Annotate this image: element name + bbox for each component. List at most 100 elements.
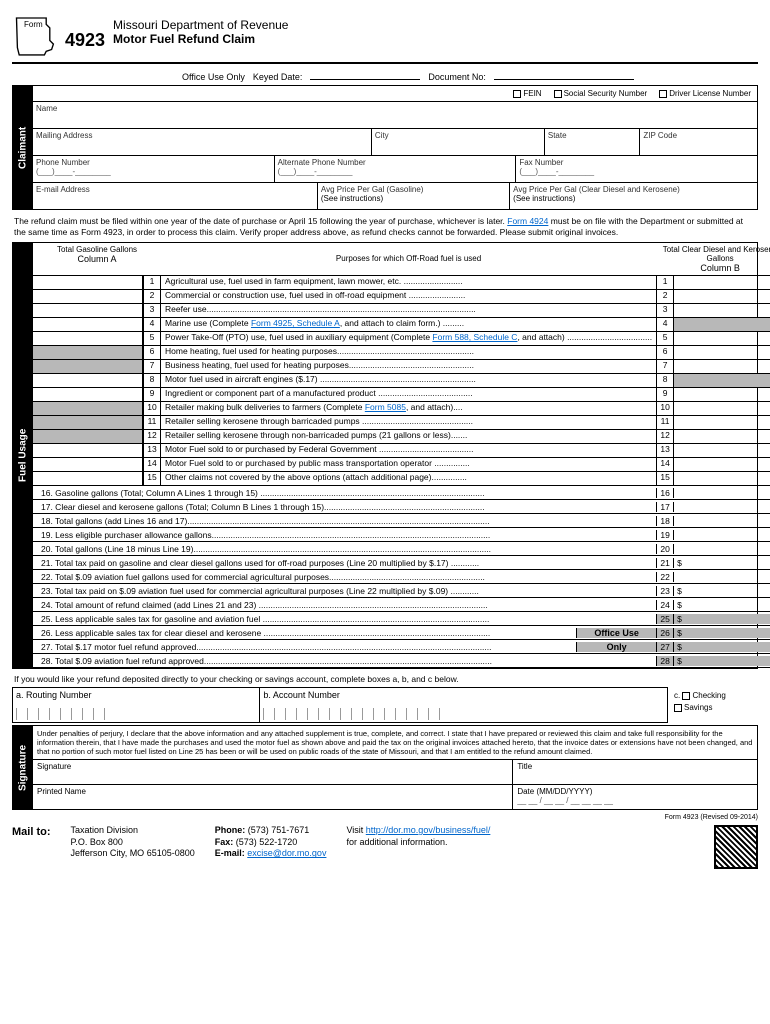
row-num-b: 9: [656, 388, 674, 401]
col-a-value: [33, 402, 143, 415]
col-b-value[interactable]: [674, 332, 770, 345]
col-b-value[interactable]: [674, 388, 770, 401]
col-b-value[interactable]: [674, 402, 770, 415]
sum-value[interactable]: $: [674, 642, 770, 652]
summary-row: 27. Total $.17 motor fuel refund approve…: [33, 640, 770, 654]
fuel-header: Total Gasoline GallonsColumn A Purposes …: [33, 243, 770, 276]
email-field[interactable]: E-mail Address: [33, 183, 318, 209]
checking-checkbox[interactable]: [682, 692, 690, 700]
col-b-value[interactable]: [674, 430, 770, 443]
row-num-b: 2: [656, 290, 674, 303]
signature-field[interactable]: Signature: [33, 760, 513, 784]
declaration-text: Under penalties of perjury, I declare th…: [33, 726, 757, 760]
visit-info: Visit http://dor.mo.gov/business/fuel/ f…: [346, 825, 490, 848]
sum-num: 23: [656, 586, 674, 596]
website-link[interactable]: http://dor.mo.gov/business/fuel/: [366, 825, 491, 835]
col-a-value[interactable]: [33, 318, 143, 331]
purpose-text: Home heating, fuel used for heating purp…: [161, 346, 656, 359]
sum-num: 22: [656, 572, 674, 582]
department-name: Missouri Department of Revenue: [113, 18, 288, 32]
form-header: Form 4923 Missouri Department of Revenue…: [12, 12, 758, 60]
row-num-a: 1: [143, 276, 161, 289]
sum-value[interactable]: $: [674, 656, 770, 666]
row-num-a: 12: [143, 430, 161, 443]
row-num-b: 14: [656, 458, 674, 471]
signature-tab: Signature: [13, 726, 33, 809]
col-a-value[interactable]: [33, 444, 143, 457]
purpose-row: 15 Other claims not covered by the above…: [33, 472, 770, 486]
alt-phone-field[interactable]: Alternate Phone Number(___)____-________: [275, 156, 517, 182]
row-num-b: 1: [656, 276, 674, 289]
sum-num: 28: [656, 656, 674, 666]
phone-field[interactable]: Phone Number(___)____-________: [33, 156, 275, 182]
row-num-a: 15: [143, 472, 161, 485]
col-b-value[interactable]: [674, 276, 770, 289]
col-b-value[interactable]: [674, 472, 770, 485]
office-use-label: Office Use Only: [182, 72, 245, 82]
col-b-value[interactable]: [674, 346, 770, 359]
col-a-value[interactable]: [33, 304, 143, 317]
fein-label: FEIN: [523, 89, 541, 98]
col-b-value[interactable]: [674, 458, 770, 471]
dln-checkbox[interactable]: [659, 90, 667, 98]
state-field[interactable]: State: [545, 129, 641, 155]
purpose-row: 5 Power Take-Off (PTO) use, fuel used in…: [33, 332, 770, 346]
sum-value[interactable]: $: [674, 614, 770, 624]
col-b-value: [674, 318, 770, 331]
purpose-text: Business heating, fuel used for heating …: [161, 360, 656, 373]
col-a-value[interactable]: [33, 388, 143, 401]
row-num-a: 3: [143, 304, 161, 317]
col-a-value[interactable]: [33, 290, 143, 303]
deposit-row: a. Routing Number b. Account Number c. C…: [12, 687, 758, 723]
title-field[interactable]: Title: [513, 760, 757, 784]
sum-value[interactable]: $: [674, 600, 770, 610]
col-a-value[interactable]: [33, 374, 143, 387]
summary-row: 16. Gasoline gallons (Total; Column A Li…: [33, 486, 770, 500]
col-a-value[interactable]: [33, 332, 143, 345]
sum-num: 20: [656, 544, 674, 554]
sum-num: 25: [656, 614, 674, 624]
col-a-value[interactable]: [33, 472, 143, 485]
avg-diesel-field[interactable]: Avg Price Per Gal (Clear Diesel and Kero…: [510, 183, 757, 209]
office-use-row: Office Use Only Keyed Date: Document No:: [12, 66, 758, 85]
office-use-only-label: Office Use: [576, 628, 656, 638]
document-no-field[interactable]: [494, 69, 634, 80]
routing-number-field[interactable]: a. Routing Number: [12, 687, 260, 723]
purpose-text: Reefer use..............................…: [161, 304, 656, 317]
email-link[interactable]: excise@dor.mo.gov: [247, 848, 326, 858]
sum-value[interactable]: $: [674, 628, 770, 638]
col-a-value[interactable]: [33, 276, 143, 289]
city-field[interactable]: City: [372, 129, 545, 155]
name-field[interactable]: Name: [33, 102, 757, 128]
summary-row: 22. Total $.09 aviation fuel gallons use…: [33, 570, 770, 584]
col-b-value[interactable]: [674, 304, 770, 317]
keyed-date-field[interactable]: [310, 69, 420, 80]
form-4924-link[interactable]: Form 4924: [507, 216, 548, 226]
printed-name-field[interactable]: Printed Name: [33, 785, 513, 809]
summary-row: 28. Total $.09 aviation fuel refund appr…: [33, 654, 770, 668]
form-number: 4923: [65, 30, 105, 51]
qr-code-icon: [714, 825, 758, 869]
col-a-value[interactable]: [33, 458, 143, 471]
savings-checkbox[interactable]: [674, 704, 682, 712]
sum-value[interactable]: $: [674, 586, 770, 596]
mailing-address-field[interactable]: Mailing Address: [33, 129, 372, 155]
sum-num: 19: [656, 530, 674, 540]
account-number-field[interactable]: b. Account Number: [260, 687, 668, 723]
zip-field[interactable]: ZIP Code: [640, 129, 757, 155]
revision-note: Form 4923 (Revised 09-2014): [12, 814, 758, 821]
row-num-b: 4: [656, 318, 674, 331]
sum-value[interactable]: $: [674, 558, 770, 568]
ssn-checkbox[interactable]: [554, 90, 562, 98]
date-field[interactable]: Date (MM/DD/YYYY)__ __ / __ __ / __ __ _…: [513, 785, 757, 809]
fein-checkbox[interactable]: [513, 90, 521, 98]
col-b-value[interactable]: [674, 416, 770, 429]
col-b-value[interactable]: [674, 360, 770, 373]
avg-gas-field[interactable]: Avg Price Per Gal (Gasoline)(See instruc…: [318, 183, 510, 209]
col-b-value[interactable]: [674, 290, 770, 303]
col-b-value[interactable]: [674, 444, 770, 457]
purpose-row: 7 Business heating, fuel used for heatin…: [33, 360, 770, 374]
fax-field[interactable]: Fax Number(___)____-________: [516, 156, 757, 182]
summary-row: 18. Total gallons (add Lines 16 and 17).…: [33, 514, 770, 528]
row-num-a: 13: [143, 444, 161, 457]
